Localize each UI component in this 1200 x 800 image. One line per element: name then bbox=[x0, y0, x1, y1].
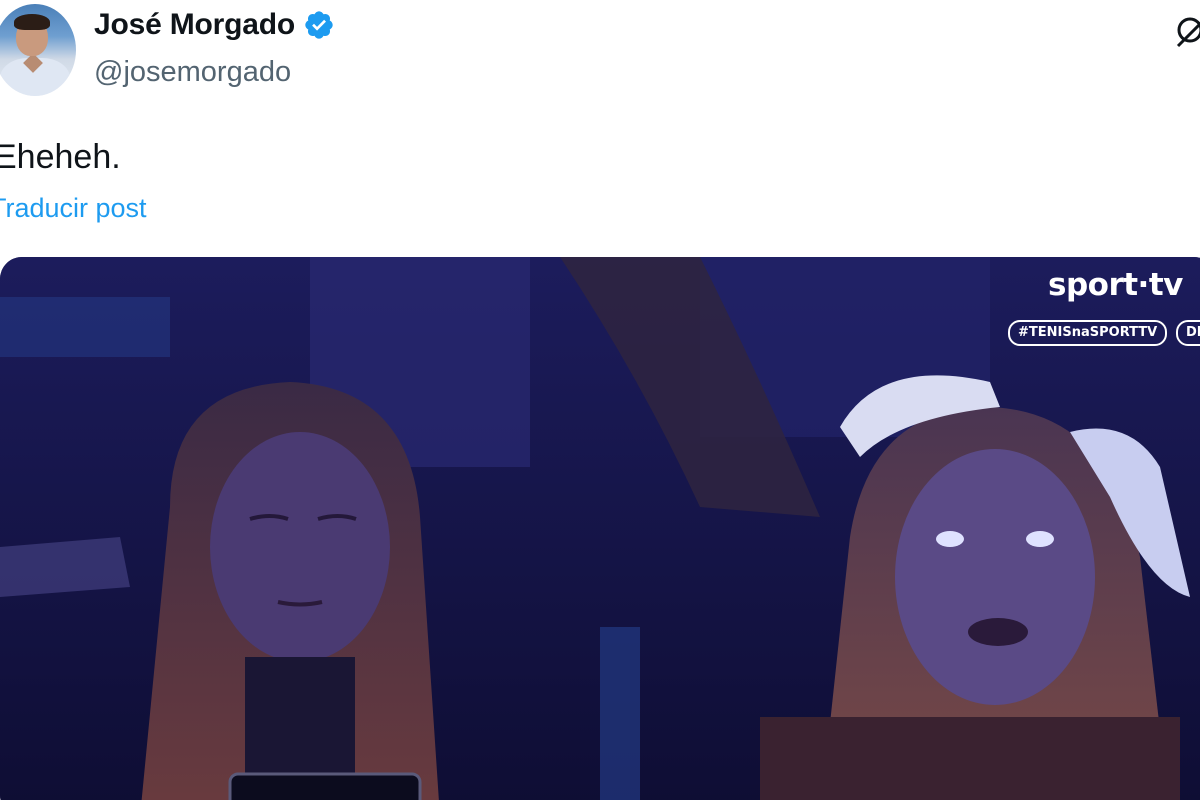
author-name-row: José Morgado bbox=[94, 8, 335, 42]
left-woman-phone bbox=[228, 772, 422, 800]
bg-post bbox=[600, 627, 640, 800]
channel-logo: sport·tv bbox=[1048, 267, 1183, 303]
tweet-media-image[interactable]: sport·tv #TENISnaSPORTTV DI bbox=[0, 257, 1200, 800]
grok-icon[interactable] bbox=[1172, 10, 1200, 50]
hashtag-badge: #TENISnaSPORTTV bbox=[1008, 320, 1168, 346]
right-woman-eye-l bbox=[936, 531, 964, 547]
author-avatar[interactable] bbox=[0, 4, 76, 96]
bg-flag bbox=[0, 537, 130, 597]
author-handle[interactable]: @josemorgado bbox=[94, 56, 291, 89]
bg-seat-left bbox=[0, 297, 170, 357]
avatar-hair bbox=[14, 14, 50, 30]
right-woman-body bbox=[760, 717, 1180, 800]
right-woman-face bbox=[895, 449, 1095, 705]
verified-badge-icon bbox=[305, 11, 333, 39]
right-woman-eye-r bbox=[1026, 531, 1054, 547]
left-woman-face bbox=[210, 432, 390, 662]
author-display-name[interactable]: José Morgado bbox=[94, 8, 295, 42]
translate-post-link[interactable]: Traducir post bbox=[0, 193, 147, 224]
tweet-text: Eheheh. bbox=[0, 138, 121, 176]
right-woman-mouth bbox=[968, 618, 1028, 646]
live-badge: DI bbox=[1176, 320, 1200, 346]
tweet-card: José Morgado @josemorgado Eheheh. Traduc… bbox=[0, 0, 1200, 800]
